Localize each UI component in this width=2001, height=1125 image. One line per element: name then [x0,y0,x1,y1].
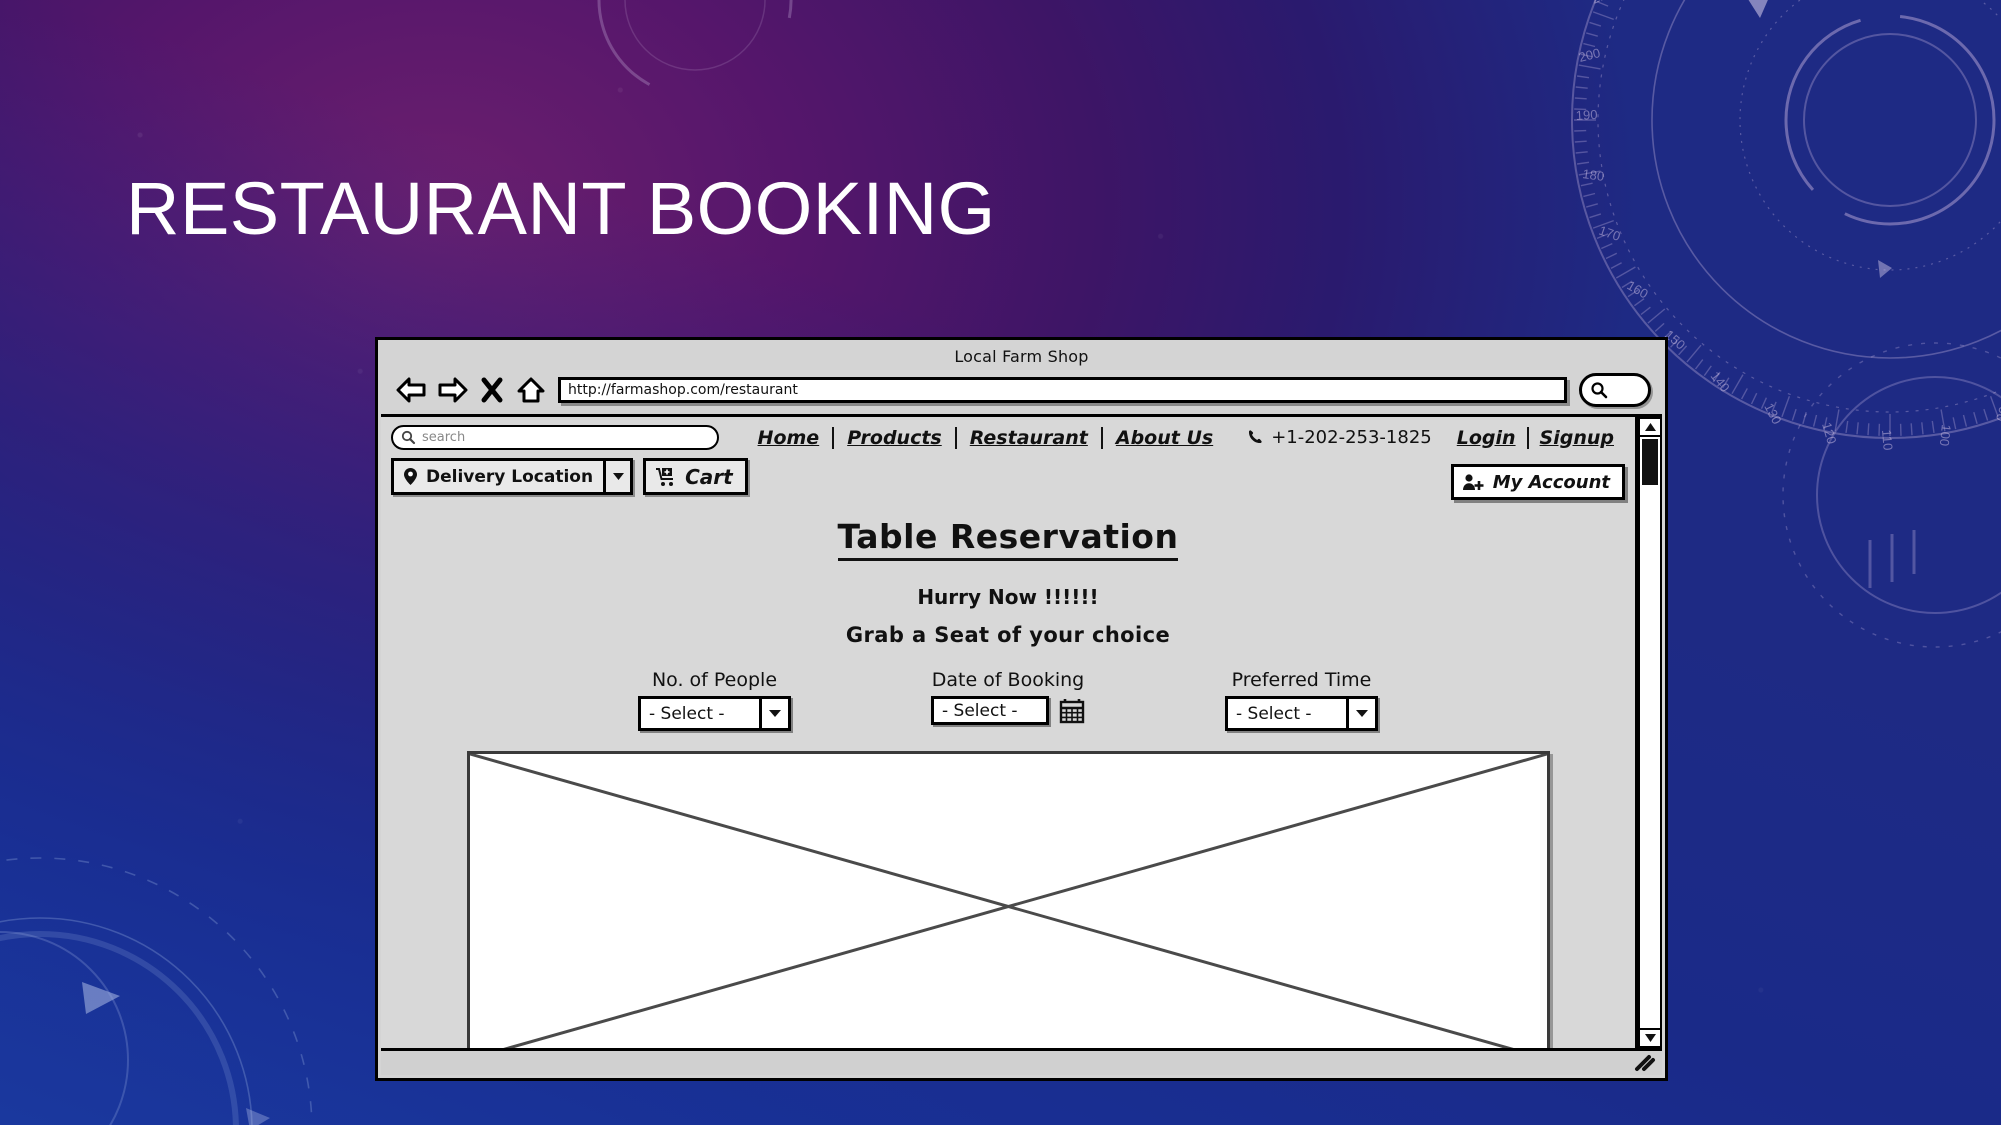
browser-toolbar: http://farmashop.com/restaurant [378,372,1665,414]
login-link[interactable]: Login [1446,427,1527,449]
browser-status-bar [381,1048,1662,1075]
calendar-icon[interactable] [1059,698,1085,724]
reservation-form-fields: No. of People - Select - Date of Booking… [381,669,1635,731]
url-text: http://farmashop.com/restaurant [568,382,798,398]
url-input[interactable]: http://farmashop.com/restaurant [558,377,1567,403]
cart-label: Cart [685,464,733,489]
close-x-icon[interactable] [480,376,504,404]
home-icon[interactable] [516,376,546,404]
search-icon [1591,382,1608,399]
map-pin-icon [404,468,417,485]
field-control: - Select - [1225,696,1378,731]
contact-phone: +1-202-253-1825 [1246,427,1432,448]
field-control: - Select - [638,696,791,731]
search-placeholder-text: search [422,430,466,445]
site-header-row-2: Delivery Location Cart [381,450,1635,495]
field-no-of-people: No. of People - Select - [638,669,791,731]
no-of-people-value: - Select - [649,703,725,724]
forward-arrow-icon[interactable] [438,376,468,404]
search-input[interactable]: search [391,425,719,450]
date-of-booking-input[interactable]: - Select - [931,696,1049,725]
field-label: Preferred Time [1231,669,1372,691]
field-label: Date of Booking [931,669,1085,691]
main-navigation: Home Products Restaurant About Us [745,426,1227,449]
browser-window-title: Local Farm Shop [954,346,1089,366]
browser-window-mockup: Local Farm Shop http://farmashop.com/res… [375,337,1668,1081]
date-of-booking-value: - Select - [942,700,1018,721]
field-preferred-time: Preferred Time - Select - [1225,669,1378,731]
field-control: - Select - [931,696,1085,725]
scroll-up-button[interactable] [1638,417,1662,437]
chevron-down-icon[interactable] [603,461,630,492]
reservation-subheading-1: Hurry Now !!!!!! [917,585,1099,609]
browser-search-button[interactable] [1579,373,1651,407]
site-header-row-1: search Home Products Restaurant About Us [381,417,1635,450]
my-account-label: My Account [1492,471,1610,493]
nav-item-about-us[interactable]: About Us [1103,427,1226,449]
back-arrow-icon[interactable] [396,376,426,404]
field-label: No. of People [651,669,778,691]
browser-title-bar: Local Farm Shop [378,340,1665,372]
nav-item-products[interactable]: Products [834,427,955,449]
resize-grip-icon[interactable] [1632,1054,1656,1072]
preferred-time-select[interactable]: - Select - [1225,696,1378,731]
search-icon [401,430,416,445]
delivery-location-label: Delivery Location [426,466,594,487]
scrollbar-track[interactable] [1638,437,1662,1028]
reservation-content: Table Reservation Hurry Now !!!!!! Grab … [381,495,1635,1048]
field-date-of-booking: Date of Booking - Select - [931,669,1085,731]
reservation-subheading-2: Grab a Seat of your choice [845,623,1171,647]
scrollbar-thumb[interactable] [1642,439,1658,485]
page-title: RESTAURANT BOOKING [126,167,996,250]
presentation-slide: 230 220 210 200 190 180 170 160 150 140 … [0,0,2001,1125]
delivery-location-dropdown[interactable]: Delivery Location [391,458,634,495]
chevron-down-icon[interactable] [759,699,788,728]
vertical-scrollbar[interactable] [1638,414,1662,1048]
chevron-down-icon[interactable] [1346,699,1375,728]
cart-icon [656,467,674,486]
signup-link[interactable]: Signup [1529,427,1625,449]
preferred-time-value: - Select - [1236,703,1312,724]
nav-item-restaurant[interactable]: Restaurant [957,427,1101,449]
reservation-heading: Table Reservation [837,517,1179,561]
browser-viewport: search Home Products Restaurant About Us [381,414,1662,1048]
phone-number: +1-202-253-1825 [1271,427,1432,448]
phone-icon [1249,429,1262,443]
cart-button[interactable]: Cart [643,458,748,495]
scroll-down-button[interactable] [1638,1028,1662,1048]
no-of-people-select[interactable]: - Select - [638,696,791,731]
my-account-button[interactable]: My Account [1450,464,1625,500]
user-add-icon [1462,474,1484,490]
auth-links: Login Signup [1446,426,1625,449]
website-page: search Home Products Restaurant About Us [381,414,1638,1048]
image-placeholder [466,751,1550,1048]
delivery-location-label-wrap: Delivery Location [394,461,603,492]
nav-item-home[interactable]: Home [745,427,833,449]
